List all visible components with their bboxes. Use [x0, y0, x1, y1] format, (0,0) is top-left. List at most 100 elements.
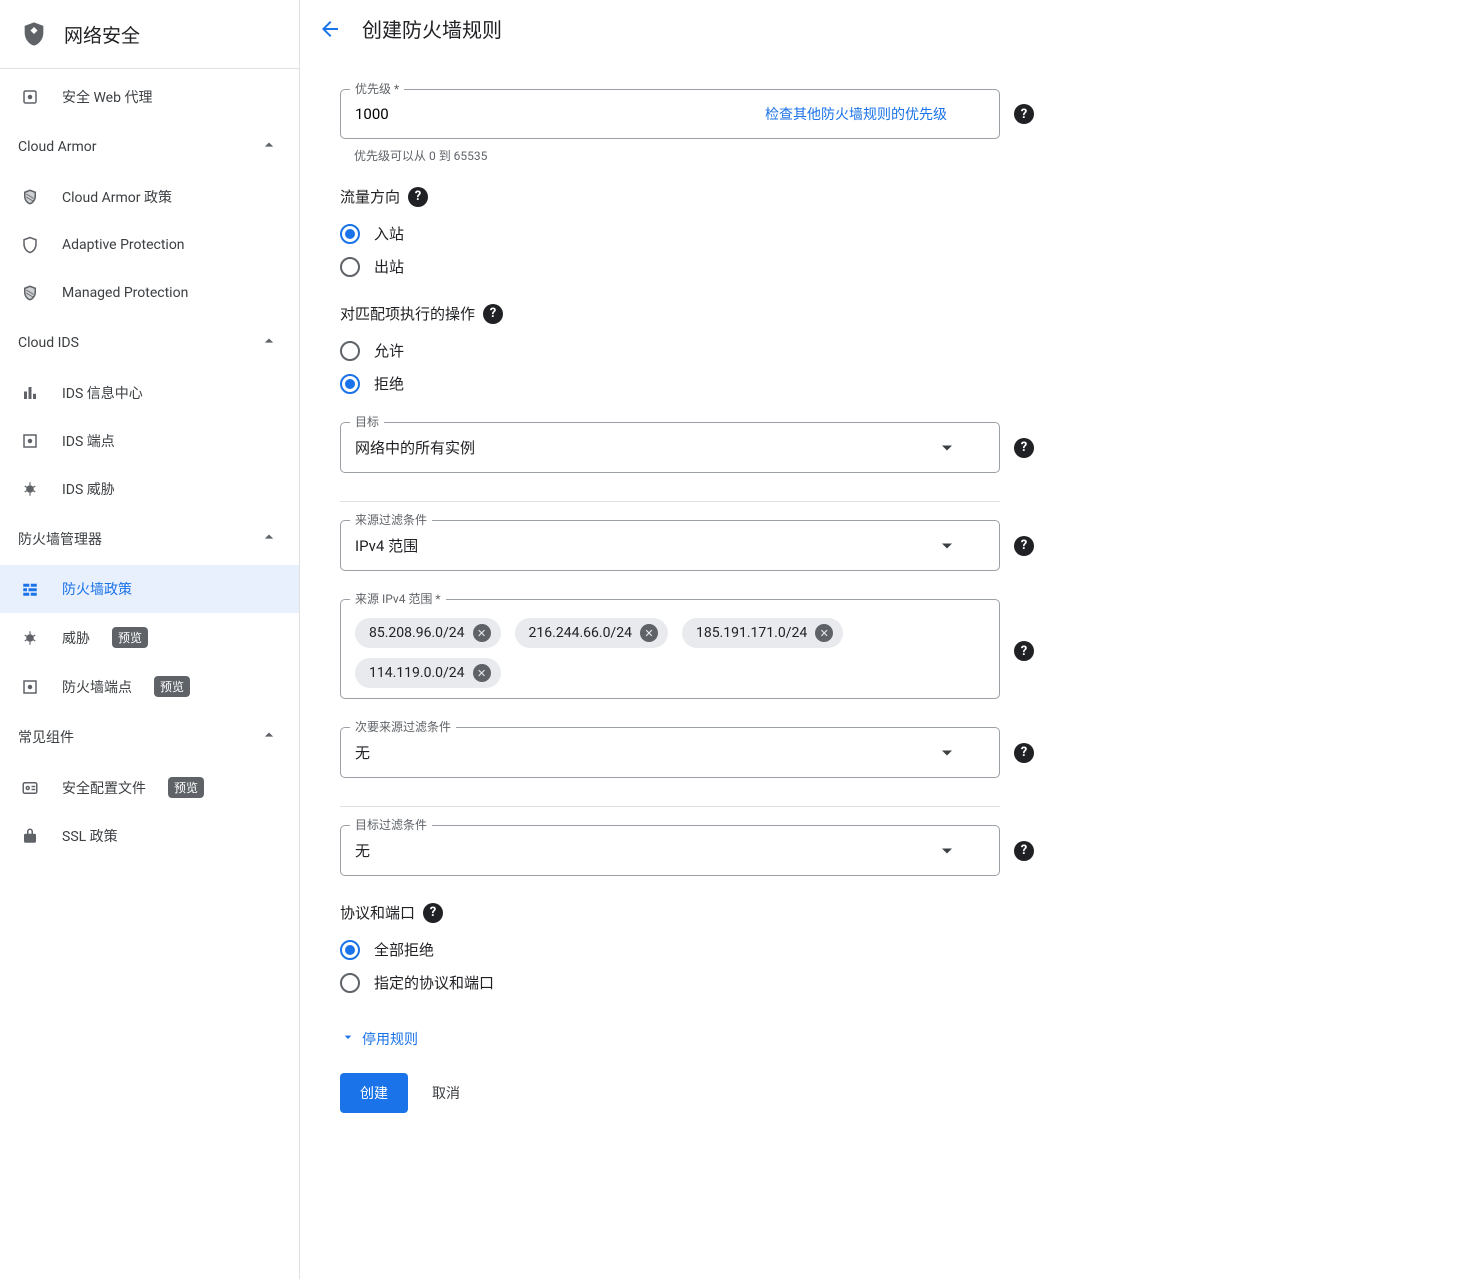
radio-icon: [340, 257, 360, 277]
chip-label: 114.119.0.0/24: [369, 665, 465, 681]
sidebar-item-ids-threats[interactable]: IDS 威胁: [0, 465, 299, 513]
protocols-deny-all-radio[interactable]: 全部拒绝: [340, 933, 1000, 966]
proxy-icon: [20, 87, 40, 107]
sidebar-item-adaptive-protection[interactable]: Adaptive Protection: [0, 221, 299, 269]
protocols-specified-radio[interactable]: 指定的协议和端口: [340, 966, 1000, 999]
sidebar-item-firewall-policies[interactable]: 防火墙政策: [0, 565, 299, 613]
preview-badge: 预览: [168, 777, 204, 798]
back-arrow-icon[interactable]: [318, 17, 342, 41]
sidebar-item-label: Cloud Armor 政策: [62, 187, 172, 207]
sidebar-item-label: 安全配置文件: [62, 778, 146, 798]
direction-egress-radio[interactable]: 出站: [340, 250, 1000, 283]
priority-label: 优先级 *: [350, 80, 404, 97]
group-title: Cloud Armor: [18, 139, 96, 155]
square-dot-icon: [20, 431, 40, 451]
priority-input[interactable]: [355, 105, 757, 123]
source-ranges-input-box[interactable]: 来源 IPv4 范围 * 85.208.96.0/24✕216.244.66.0…: [340, 599, 1000, 699]
group-header[interactable]: 常见组件: [0, 711, 299, 763]
square-dot-icon: [20, 677, 40, 697]
group-header[interactable]: Cloud IDS: [0, 317, 299, 369]
chip-label: 185.191.171.0/24: [696, 625, 807, 641]
chevron-down-icon: [942, 445, 952, 450]
ip-range-chip: 85.208.96.0/24 ✕: [355, 618, 501, 648]
firewall-icon: [20, 579, 40, 599]
bars-icon: [20, 383, 40, 403]
priority-helper: 优先级可以从 0 到 65535: [354, 147, 1000, 164]
help-icon[interactable]: ?: [408, 187, 428, 207]
help-icon[interactable]: ?: [423, 903, 443, 923]
sidebar-item-security-profiles[interactable]: 安全配置文件 预览: [0, 763, 299, 812]
sidebar-item-label: 安全 Web 代理: [62, 87, 152, 107]
group-header[interactable]: Cloud Armor: [0, 121, 299, 173]
radio-icon: [340, 973, 360, 993]
chip-remove-icon[interactable]: ✕: [473, 664, 491, 682]
preview-badge: 预览: [112, 627, 148, 648]
sidebar-item-label: Managed Protection: [62, 285, 188, 301]
sidebar-item-label: 威胁: [62, 628, 90, 648]
disable-rule-link[interactable]: 停用规则: [340, 1029, 1000, 1049]
preview-badge: 预览: [154, 676, 190, 697]
source-ranges-field: 来源 IPv4 范围 * 85.208.96.0/24✕216.244.66.0…: [340, 599, 1000, 699]
protocols-label: 协议和端口 ?: [340, 902, 1000, 923]
help-icon[interactable]: ?: [1014, 104, 1034, 124]
bug-icon: [20, 479, 40, 499]
radio-icon: [340, 940, 360, 960]
help-icon[interactable]: ?: [1014, 438, 1034, 458]
chevron-down-icon: [340, 1029, 356, 1049]
chevron-up-icon: [259, 725, 279, 749]
action-deny-radio[interactable]: 拒绝: [340, 367, 1000, 400]
sidebar-item-threats[interactable]: 威胁 预览: [0, 613, 299, 662]
sidebar-item-label: IDS 端点: [62, 431, 115, 451]
dest-filter-select[interactable]: 目标过滤条件 无: [340, 825, 1000, 876]
direction-ingress-radio[interactable]: 入站: [340, 217, 1000, 250]
priority-check-link[interactable]: 检查其他防火墙规则的优先级: [765, 104, 947, 124]
profile-icon: [20, 778, 40, 798]
source-filter-label: 来源过滤条件: [350, 511, 432, 528]
button-row: 创建 取消: [340, 1073, 1000, 1113]
sidebar-header: 网络安全: [0, 8, 299, 64]
target-select[interactable]: 目标 网络中的所有实例: [340, 422, 1000, 473]
secondary-filter-field: 次要来源过滤条件 无 ?: [340, 727, 1000, 778]
create-button[interactable]: 创建: [340, 1073, 408, 1113]
sidebar-item-label: 防火墙政策: [62, 579, 132, 599]
sidebar-item-label: Adaptive Protection: [62, 237, 185, 253]
help-icon[interactable]: ?: [1014, 841, 1034, 861]
radio-icon: [340, 374, 360, 394]
help-icon[interactable]: ?: [483, 304, 503, 324]
chip-remove-icon[interactable]: ✕: [473, 624, 491, 642]
target-value: 网络中的所有实例: [355, 437, 475, 458]
sidebar-item-label: SSL 政策: [62, 826, 118, 846]
sidebar-item-managed-protection[interactable]: Managed Protection: [0, 269, 299, 317]
help-icon[interactable]: ?: [1014, 641, 1034, 661]
dest-filter-label: 目标过滤条件: [350, 816, 432, 833]
sidebar-item-ssl-policies[interactable]: SSL 政策: [0, 812, 299, 860]
help-icon[interactable]: ?: [1014, 743, 1034, 763]
form: 优先级 * 检查其他防火墙规则的优先级 ? 优先级可以从 0 到 65535 流…: [310, 61, 1030, 1153]
group-title: 常见组件: [18, 727, 74, 747]
sidebar-item-ids-dashboard[interactable]: IDS 信息中心: [0, 369, 299, 417]
ip-range-chip: 185.191.171.0/24 ✕: [682, 618, 843, 648]
ip-range-chip: 216.244.66.0/24 ✕: [515, 618, 668, 648]
main-content: 创建防火墙规则 优先级 * 检查其他防火墙规则的优先级 ? 优先级可以从 0 到…: [300, 0, 1483, 1279]
source-filter-select[interactable]: 来源过滤条件 IPv4 范围: [340, 520, 1000, 571]
sidebar-item-ids-endpoints[interactable]: IDS 端点: [0, 417, 299, 465]
action-allow-radio[interactable]: 允许: [340, 334, 1000, 367]
sidebar-item-secure-web-proxy[interactable]: 安全 Web 代理: [0, 73, 299, 121]
secondary-filter-value: 无: [355, 742, 370, 763]
sidebar-item-firewall-endpoints[interactable]: 防火墙端点预览: [0, 662, 299, 711]
sidebar-item-label: IDS 信息中心: [62, 383, 143, 403]
chevron-down-icon: [942, 848, 952, 853]
help-icon[interactable]: ?: [1014, 536, 1034, 556]
chip-label: 85.208.96.0/24: [369, 625, 465, 641]
source-ranges-label: 来源 IPv4 范围 *: [350, 590, 446, 607]
radio-icon: [340, 341, 360, 361]
group-header[interactable]: 防火墙管理器: [0, 513, 299, 565]
sidebar-item-cloud-armor-policies[interactable]: Cloud Armor 政策: [0, 173, 299, 221]
secondary-filter-select[interactable]: 次要来源过滤条件 无: [340, 727, 1000, 778]
direction-label: 流量方向 ?: [340, 186, 1000, 207]
cancel-button[interactable]: 取消: [432, 1083, 460, 1103]
chip-label: 216.244.66.0/24: [529, 625, 632, 641]
chip-remove-icon[interactable]: ✕: [640, 624, 658, 642]
chip-remove-icon[interactable]: ✕: [815, 624, 833, 642]
topbar: 创建防火墙规则: [300, 0, 1483, 61]
